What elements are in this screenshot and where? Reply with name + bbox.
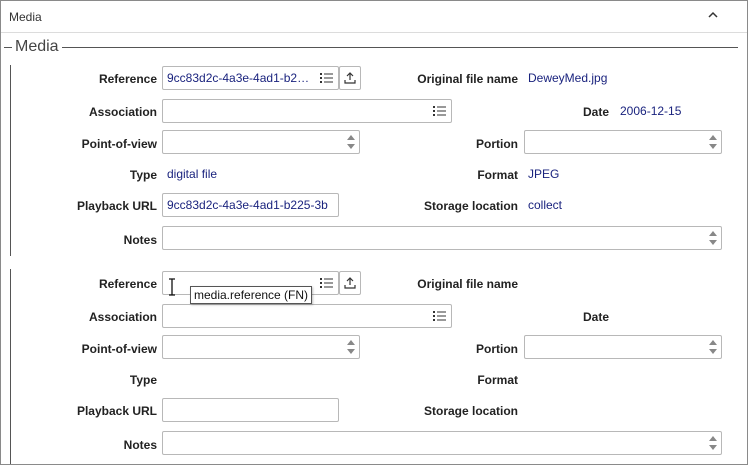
date-label: Date [582, 105, 609, 119]
panel-header-title: Media [9, 10, 42, 24]
spinner-icon[interactable] [708, 229, 718, 247]
point-of-view-label: Point-of-view [81, 137, 157, 151]
upload-icon [344, 277, 356, 289]
media-panel: Media Media Reference 9cc83d2c-4a3e-4ad1… [0, 0, 748, 465]
original-file-name-value: DeweyMed.jpg [528, 71, 608, 85]
format-label: Format [477, 168, 518, 182]
fieldset-legend: Media [15, 38, 59, 55]
playback-url-input[interactable]: 9cc83d2c-4a3e-4ad1-b225-3b [162, 193, 339, 217]
upload-icon [344, 72, 356, 84]
reference-value: 9cc83d2c-4a3e-4ad1-b2… [167, 71, 310, 85]
type-value: digital file [167, 167, 218, 181]
tooltip: media.reference (FN) [190, 286, 313, 304]
spinner-icon[interactable] [708, 434, 718, 452]
association-label: Association [88, 310, 157, 324]
portion-input[interactable] [524, 335, 722, 359]
text-cursor-icon [169, 278, 175, 296]
list-icon[interactable] [433, 105, 447, 117]
notes-label: Notes [123, 233, 157, 247]
playback-url-label: Playback URL [76, 199, 157, 213]
notes-input[interactable] [162, 226, 722, 250]
reference-input[interactable]: 9cc83d2c-4a3e-4ad1-b2… [162, 66, 339, 90]
upload-button[interactable] [339, 66, 361, 90]
date-value: 2006-12-15 [620, 104, 682, 118]
upload-button[interactable] [339, 271, 361, 295]
spinner-icon[interactable] [708, 338, 718, 356]
notes-input[interactable] [162, 431, 722, 455]
type-label: Type [129, 373, 157, 387]
type-label: Type [129, 168, 157, 182]
storage-location-label: Storage location [423, 404, 518, 418]
playback-url-value: 9cc83d2c-4a3e-4ad1-b225-3b [167, 198, 328, 212]
playback-url-input[interactable] [162, 398, 339, 422]
storage-location-value: collect [528, 198, 563, 212]
portion-input[interactable] [524, 130, 722, 154]
format-label: Format [477, 373, 518, 387]
list-icon[interactable] [320, 72, 334, 84]
association-input[interactable] [162, 99, 452, 123]
chevron-up-icon[interactable] [705, 7, 721, 23]
group-divider [10, 269, 11, 464]
spinner-icon[interactable] [346, 133, 356, 151]
portion-label: Portion [476, 342, 518, 356]
date-label: Date [582, 310, 609, 324]
list-icon[interactable] [320, 277, 334, 289]
spinner-icon[interactable] [708, 133, 718, 151]
portion-label: Portion [476, 137, 518, 151]
format-value: JPEG [528, 167, 560, 181]
fieldset-border [62, 47, 738, 48]
point-of-view-label: Point-of-view [81, 342, 157, 356]
storage-location-label: Storage location [423, 199, 518, 213]
association-label: Association [88, 105, 157, 119]
reference-label: Reference [98, 277, 157, 291]
list-icon[interactable] [433, 310, 447, 322]
notes-label: Notes [123, 438, 157, 452]
original-file-name-label: Original file name [417, 72, 518, 86]
group-divider [10, 65, 11, 256]
original-file-name-label: Original file name [417, 277, 518, 291]
fieldset-border [4, 47, 12, 48]
spinner-icon[interactable] [346, 338, 356, 356]
association-input[interactable] [162, 304, 452, 328]
playback-url-label: Playback URL [76, 404, 157, 418]
reference-label: Reference [98, 72, 157, 86]
point-of-view-input[interactable] [162, 130, 360, 154]
header-divider [1, 32, 747, 33]
point-of-view-input[interactable] [162, 335, 360, 359]
